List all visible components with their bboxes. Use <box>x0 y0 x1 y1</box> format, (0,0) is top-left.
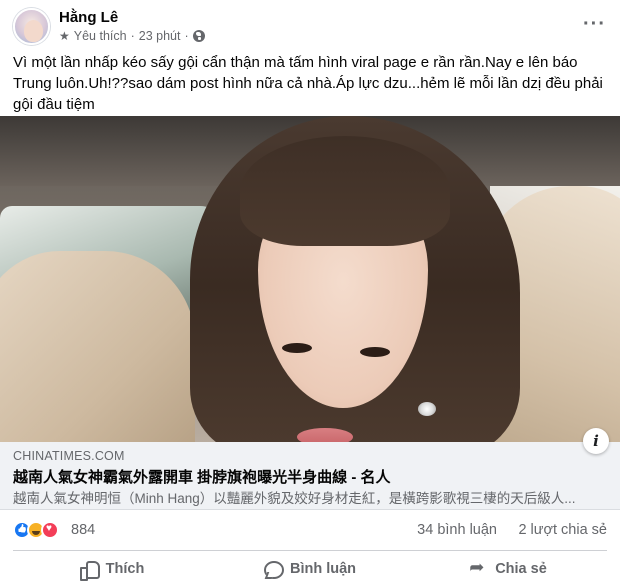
portrait-eye-right <box>360 347 390 357</box>
portrait-lips <box>297 428 353 442</box>
more-options-icon[interactable]: ··· <box>583 14 606 34</box>
reaction-icons[interactable] <box>13 521 59 539</box>
meta-separator-2: · <box>184 29 189 43</box>
reaction-count[interactable]: 884 <box>71 522 95 538</box>
action-bar: Thích Bình luận Chia sẻ <box>13 552 607 585</box>
like-label: Thích <box>105 560 145 577</box>
portrait-earring <box>418 402 436 416</box>
meta-separator: · <box>130 29 135 43</box>
comment-count[interactable]: 34 bình luận <box>417 522 497 538</box>
post-header: Hằng Lê ★ Yêu thích · 23 phút · ··· <box>13 8 613 48</box>
portrait-eye-left <box>282 343 312 353</box>
info-icon[interactable]: i <box>583 428 609 454</box>
post-photo[interactable] <box>0 116 620 442</box>
share-button[interactable]: Chia sẻ <box>409 552 607 585</box>
star-icon: ★ <box>59 29 70 43</box>
avatar[interactable] <box>13 8 50 45</box>
link-domain: CHINATIMES.COM <box>13 449 125 463</box>
post-stats: 884 34 bình luận 2 lượt chia sẻ <box>13 519 607 543</box>
portrait-bangs <box>240 136 450 246</box>
author-name[interactable]: Hằng Lê <box>59 9 118 26</box>
audience-label: Yêu thích <box>73 29 127 43</box>
post-meta: ★ Yêu thích · 23 phút · <box>59 29 205 43</box>
globe-icon[interactable] <box>192 30 205 42</box>
comment-button[interactable]: Bình luận <box>211 552 409 585</box>
thumbs-up-icon <box>79 560 100 581</box>
share-count[interactable]: 2 lượt chia sẻ <box>518 522 607 538</box>
like-button[interactable]: Thích <box>13 552 211 585</box>
link-description: 越南人氣女神明恒（Minh Hang）以豔麗外貌及姣好身材走紅，是橫跨影歌視三棲… <box>13 491 576 506</box>
divider <box>13 550 607 551</box>
share-icon <box>469 557 487 578</box>
comment-icon <box>263 560 284 579</box>
comment-label: Bình luận <box>289 560 357 577</box>
love-icon <box>41 521 59 539</box>
link-title[interactable]: 越南人氣女神霸氣外露開車 掛脖旗袍曝光半身曲線 - 名人 <box>13 466 391 487</box>
link-preview[interactable]: i CHINATIMES.COM 越南人氣女神霸氣外露開車 掛脖旗袍曝光半身曲線… <box>0 428 620 510</box>
share-label: Chia sẻ <box>495 560 547 577</box>
post-text-body: Vì một lần nhấp kéo sấy gội cẩn thận mà … <box>13 54 603 113</box>
post-time[interactable]: 23 phút <box>139 29 181 43</box>
car-seat-left <box>0 251 195 442</box>
